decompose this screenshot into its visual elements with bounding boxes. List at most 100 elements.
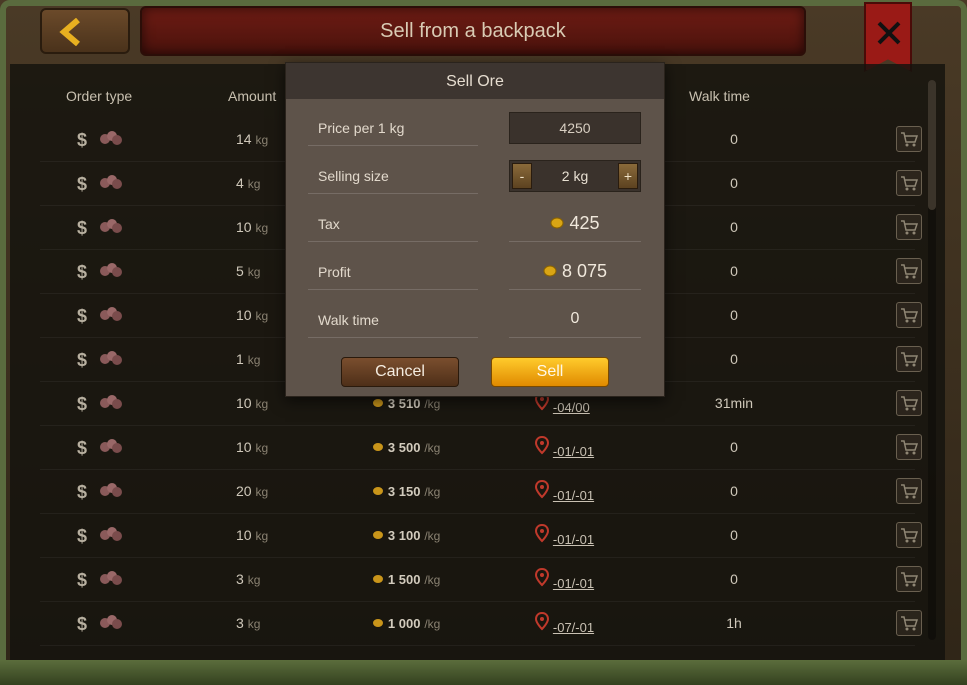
divider	[308, 337, 478, 338]
walk-time-cell: 0	[730, 175, 738, 191]
divider	[308, 289, 478, 290]
gold-coin-icon	[373, 487, 383, 495]
table-row: $3 kg 1 500 /kg -01/-01 0	[10, 558, 945, 602]
gold-coin-icon	[543, 265, 557, 277]
location-cell[interactable]: -01/-01	[534, 523, 594, 547]
price-cell: 1 000 /kg	[372, 615, 440, 631]
cart-icon	[901, 220, 919, 235]
buy-cart-button[interactable]	[896, 258, 922, 284]
buy-cart-button[interactable]	[896, 126, 922, 152]
svg-text:$: $	[77, 306, 87, 326]
table-row: $10 kg 3 500 /kg -01/-01 0	[10, 426, 945, 470]
close-icon	[877, 21, 901, 45]
svg-text:$: $	[77, 438, 87, 458]
cancel-button[interactable]: Cancel	[341, 357, 459, 387]
divider	[308, 241, 478, 242]
sell-dialog: Sell Ore Price per 1 kg 4250 Selling siz…	[285, 62, 665, 397]
svg-text:$: $	[77, 614, 87, 634]
sell-button[interactable]: Sell	[491, 357, 609, 387]
buy-cart-button[interactable]	[896, 302, 922, 328]
table-row: $10 kg 3 100 /kg -01/-01 0	[10, 514, 945, 558]
gold-coin-icon	[373, 619, 383, 627]
dollar-icon: $	[77, 262, 87, 282]
buy-cart-button[interactable]	[896, 434, 922, 460]
divider	[308, 145, 478, 146]
cart-icon	[901, 352, 919, 367]
walk-time-cell: 0	[730, 527, 738, 543]
ore-icon	[100, 615, 122, 629]
table-row: $3 kg 1 000 /kg -07/-01 1h	[10, 602, 945, 646]
walk-value: 0	[570, 310, 580, 327]
column-walk-time: Walk time	[689, 88, 750, 104]
location-cell[interactable]: -01/-01	[534, 435, 594, 459]
decrease-button[interactable]: -	[512, 163, 532, 189]
cart-icon	[901, 132, 919, 147]
gold-coin-icon	[550, 217, 564, 229]
amount-cell: 3 kg	[236, 571, 261, 587]
dollar-icon: $	[77, 218, 87, 238]
buy-cart-button[interactable]	[896, 610, 922, 636]
buy-cart-button[interactable]	[896, 214, 922, 240]
svg-text:$: $	[77, 218, 87, 238]
gold-coin-icon	[373, 443, 383, 451]
price-cell: 3 100 /kg	[372, 527, 440, 543]
cart-icon	[901, 176, 919, 191]
amount-cell: 10 kg	[236, 439, 269, 455]
ore-icon	[100, 483, 122, 497]
profit-value-wrap: 8 075	[509, 261, 641, 282]
walk-time-cell: 1h	[726, 615, 742, 631]
dollar-icon: $	[77, 482, 87, 502]
svg-text:$: $	[77, 394, 87, 414]
title-bar: Sell from a backpack	[140, 6, 806, 56]
back-button[interactable]	[40, 8, 130, 54]
increase-button[interactable]: +	[618, 163, 638, 189]
cart-icon	[901, 264, 919, 279]
svg-text:$: $	[77, 350, 87, 370]
ore-icon	[100, 219, 122, 233]
price-label: Price per 1 kg	[318, 120, 405, 136]
buy-cart-button[interactable]	[896, 478, 922, 504]
bottom-border	[0, 660, 967, 685]
amount-cell: 3 kg	[236, 615, 261, 631]
scrollbar-thumb[interactable]	[928, 80, 936, 210]
size-stepper[interactable]: - 2 kg +	[509, 160, 641, 192]
price-cell: 3 510 /kg	[372, 395, 440, 411]
price-cell: 1 500 /kg	[372, 571, 440, 587]
walk-time-cell: 31min	[714, 395, 754, 411]
buy-cart-button[interactable]	[896, 346, 922, 372]
dialog-title: Sell Ore	[446, 73, 504, 90]
amount-cell: 1 kg	[236, 351, 261, 367]
walk-time-cell: 0	[730, 571, 738, 587]
buy-cart-button[interactable]	[896, 170, 922, 196]
column-amount: Amount	[228, 88, 277, 104]
location-cell[interactable]: -07/-01	[534, 611, 594, 635]
column-order-type: Order type	[66, 88, 133, 104]
divider	[509, 241, 641, 242]
walk-time-cell: 0	[730, 131, 738, 147]
dollar-icon: $	[77, 130, 87, 150]
ore-icon	[100, 571, 122, 585]
buy-cart-button[interactable]	[896, 522, 922, 548]
dollar-icon: $	[77, 394, 87, 414]
svg-text:$: $	[77, 174, 87, 194]
size-label: Selling size	[318, 168, 389, 184]
svg-text:$: $	[77, 482, 87, 502]
buy-cart-button[interactable]	[896, 390, 922, 416]
dollar-icon: $	[77, 438, 87, 458]
svg-text:$: $	[77, 526, 87, 546]
location-cell[interactable]: -01/-01	[534, 567, 594, 591]
dollar-icon: $	[77, 174, 87, 194]
dollar-icon: $	[77, 614, 87, 634]
amount-cell: 10 kg	[236, 307, 269, 323]
price-cell: 3 500 /kg	[372, 439, 440, 455]
buy-cart-button[interactable]	[896, 566, 922, 592]
location-cell[interactable]: -01/-01	[534, 479, 594, 503]
ore-icon	[100, 131, 122, 145]
row-divider	[40, 645, 915, 646]
walk-time-cell: 0	[730, 263, 738, 279]
cart-icon	[901, 484, 919, 499]
ore-icon	[100, 307, 122, 321]
ore-icon	[100, 351, 122, 365]
dialog-header: Sell Ore	[286, 63, 664, 99]
price-input[interactable]: 4250	[509, 112, 641, 144]
